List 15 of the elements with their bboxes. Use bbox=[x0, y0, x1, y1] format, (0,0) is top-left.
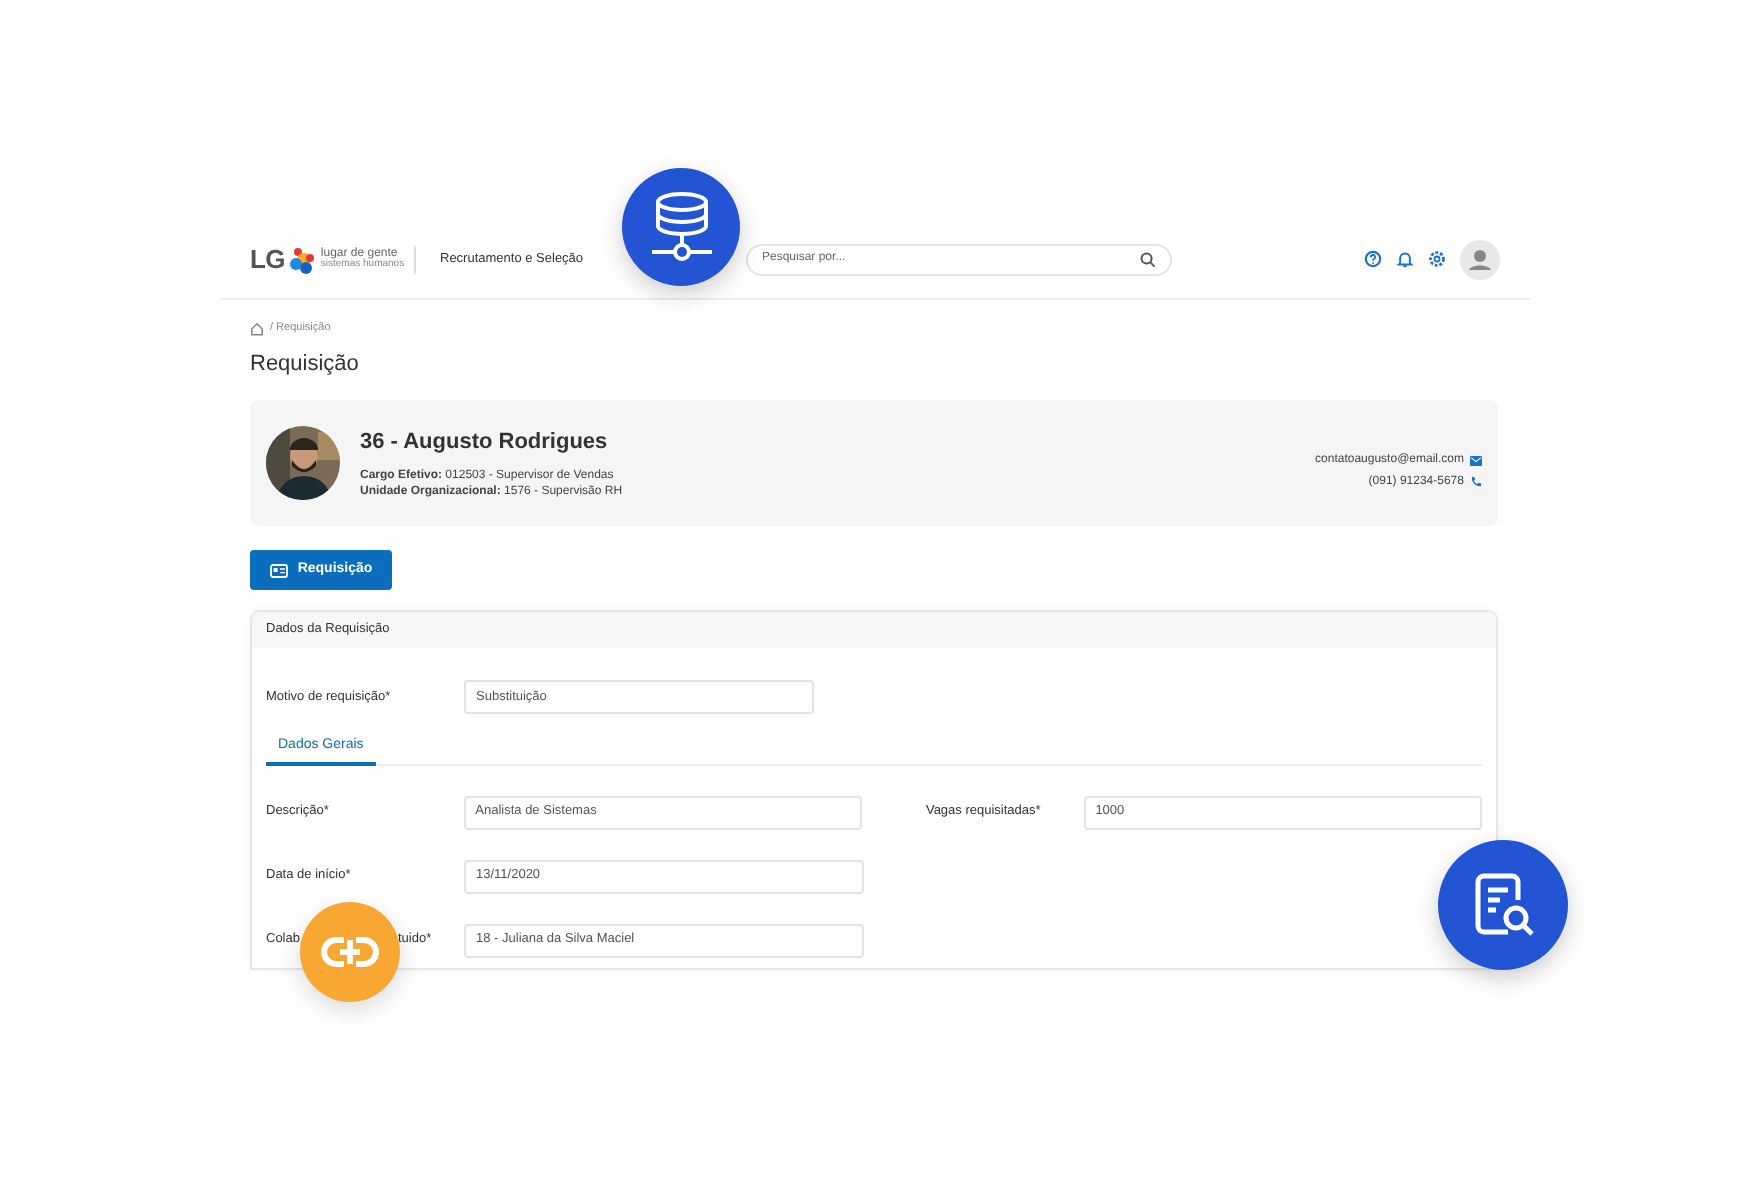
help-icon[interactable] bbox=[1364, 250, 1382, 268]
search-icon[interactable] bbox=[1140, 251, 1156, 267]
logo-text: LG bbox=[250, 241, 285, 278]
document-search-icon bbox=[1471, 871, 1535, 939]
mail-icon bbox=[1470, 455, 1482, 465]
employee-name: 36 - Augusto Rodrigues bbox=[360, 427, 610, 458]
page-title: Requisição bbox=[250, 350, 361, 381]
id-card-icon bbox=[269, 563, 288, 577]
settings-icon[interactable] bbox=[1428, 250, 1446, 268]
link-icon bbox=[320, 936, 380, 968]
bell-icon[interactable] bbox=[1396, 250, 1414, 268]
phone-icon bbox=[1470, 476, 1482, 488]
user-avatar-icon[interactable] bbox=[1460, 239, 1500, 279]
database-network-icon bbox=[647, 191, 715, 263]
home-icon[interactable] bbox=[250, 321, 264, 336]
